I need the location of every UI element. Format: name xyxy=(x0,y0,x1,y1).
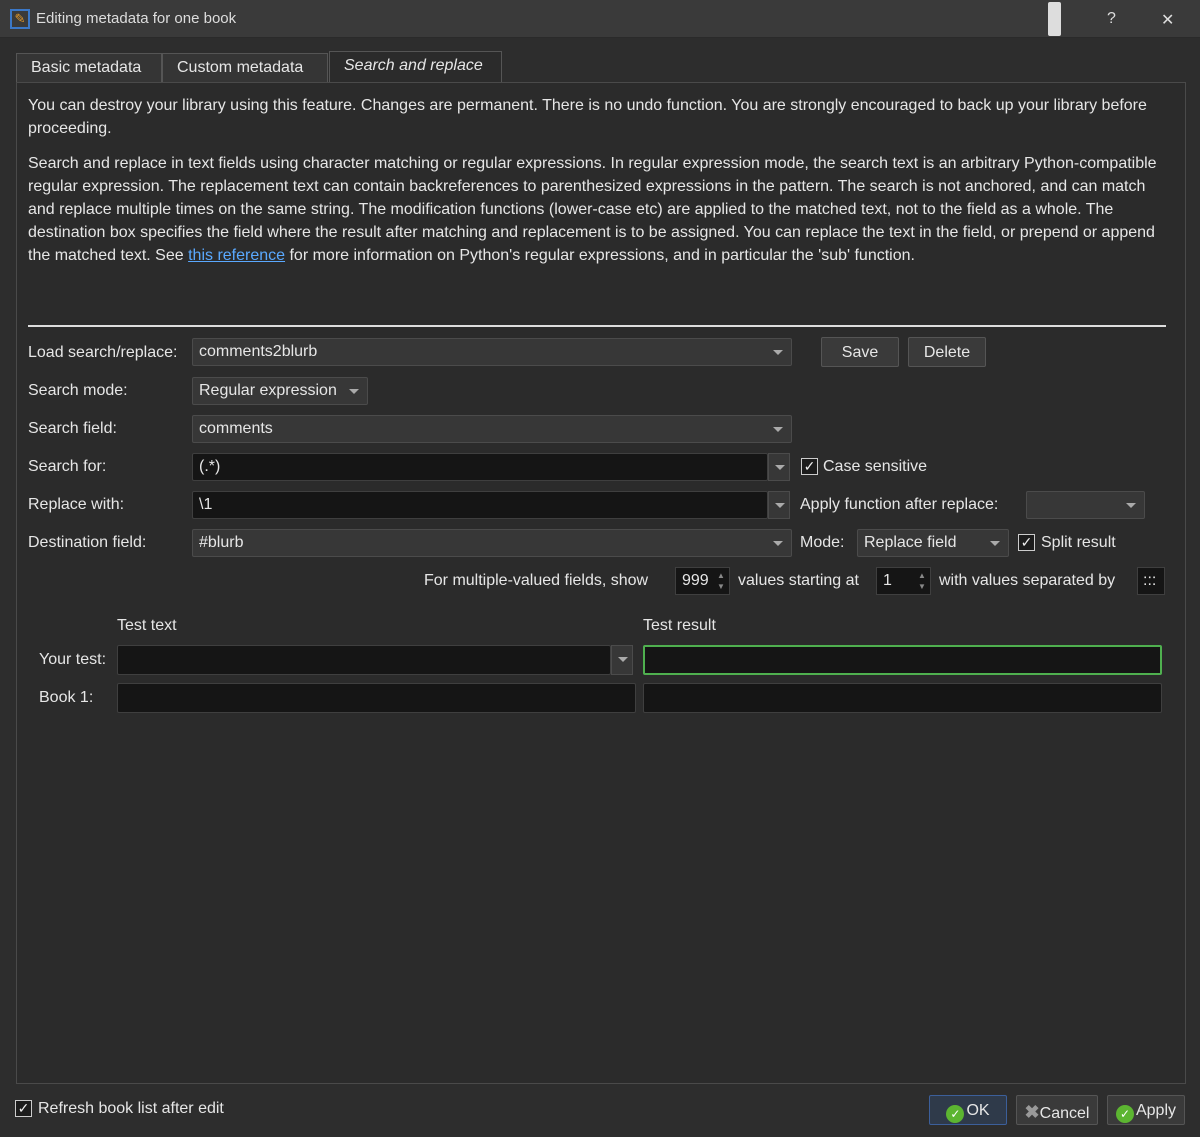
spin-arrows-icon[interactable]: ▲ ▼ xyxy=(715,570,727,592)
search-label: Search for: xyxy=(28,458,107,475)
case-sensitive-label: Case sensitive xyxy=(823,458,928,475)
tab-search-replace[interactable]: Search and replace xyxy=(329,51,502,84)
search-history-dropdown[interactable] xyxy=(768,453,790,481)
search-mode-combo[interactable]: Regular expression xyxy=(192,377,368,405)
your-test-input[interactable] xyxy=(117,645,611,675)
apply-function-combo[interactable] xyxy=(1026,491,1145,519)
refresh-checkbox[interactable]: ✓ xyxy=(15,1100,32,1117)
destination-combo[interactable]: #blurb xyxy=(192,529,792,557)
book1-label: Book 1: xyxy=(39,689,94,706)
cancel-label: Cancel xyxy=(1039,1105,1090,1122)
dest-mode-combo[interactable]: Replace field xyxy=(857,529,1009,557)
split-result-label: Split result xyxy=(1041,534,1116,551)
close-button[interactable]: ✕ xyxy=(1161,10,1174,30)
case-sensitive-checkbox[interactable]: ✓ xyxy=(801,458,818,475)
help-button[interactable]: ? xyxy=(1107,10,1116,28)
ok-label: OK xyxy=(966,1102,990,1119)
test-text-header: Test text xyxy=(117,617,177,634)
x-icon: ✖ xyxy=(1024,1102,1040,1122)
refresh-label: Refresh book list after edit xyxy=(38,1100,224,1117)
tab-label: Custom metadata xyxy=(177,59,304,76)
your-test-result xyxy=(643,645,1162,675)
tab-label: Search and replace xyxy=(344,57,483,74)
title-bar: ✎ Editing metadata for one book ? ✕ xyxy=(0,0,1200,38)
dest-mode-label: Mode: xyxy=(800,534,845,551)
spin-arrows-icon[interactable]: ▲ ▼ xyxy=(916,570,928,592)
divider xyxy=(28,325,1166,327)
search-input[interactable]: (.*) xyxy=(192,453,768,481)
test-result-header: Test result xyxy=(643,617,716,634)
search-field-combo[interactable]: comments xyxy=(192,415,792,443)
multi-show-label: For multiple-valued fields, show xyxy=(424,572,649,589)
tab-label: Basic metadata xyxy=(31,59,142,76)
delete-button[interactable]: Delete xyxy=(908,337,986,367)
app-icon: ✎ xyxy=(10,9,30,29)
warning-text: You can destroy your library using this … xyxy=(28,97,1147,137)
replace-input[interactable]: \1 xyxy=(192,491,768,519)
apply-label: Apply xyxy=(1135,1102,1177,1119)
starting-label: values starting at xyxy=(738,572,859,589)
start-at-spinbox[interactable]: 1 ▲ ▼ xyxy=(876,567,931,595)
split-result-checkbox[interactable]: ✓ xyxy=(1018,534,1035,551)
ok-button[interactable]: ✓ OK xyxy=(929,1095,1007,1125)
spin-value: 1 xyxy=(883,572,892,589)
apply-function-label: Apply function after replace: xyxy=(800,496,999,513)
separator-input[interactable]: ::: xyxy=(1137,567,1165,595)
desc-after: for more information on Python's regular… xyxy=(285,247,915,264)
field-label: Search field: xyxy=(28,420,117,437)
apply-button[interactable]: ✓ Apply xyxy=(1107,1095,1185,1125)
separated-label: with values separated by xyxy=(939,572,1116,589)
load-label: Load search/replace: xyxy=(28,344,178,361)
replace-label: Replace with: xyxy=(28,496,125,513)
scroll-handle[interactable] xyxy=(1048,2,1061,36)
description-text: Search and replace in text fields using … xyxy=(28,152,1173,267)
spin-value: 999 xyxy=(682,572,709,589)
book1-text xyxy=(117,683,636,713)
check-icon: ✓ xyxy=(1115,1105,1134,1123)
book1-result xyxy=(643,683,1162,713)
your-test-label: Your test: xyxy=(39,651,107,668)
tab-custom-metadata[interactable]: Custom metadata xyxy=(162,53,328,83)
save-button[interactable]: Save xyxy=(821,337,899,367)
destination-label: Destination field: xyxy=(28,534,147,551)
check-icon: ✓ xyxy=(946,1105,965,1123)
show-count-spinbox[interactable]: 999 ▲ ▼ xyxy=(675,567,730,595)
load-combo[interactable]: comments2blurb xyxy=(192,338,792,366)
cancel-button[interactable]: ✖Cancel xyxy=(1016,1095,1098,1125)
your-test-dropdown[interactable] xyxy=(611,645,633,675)
tab-basic-metadata[interactable]: Basic metadata xyxy=(16,53,162,83)
replace-history-dropdown[interactable] xyxy=(768,491,790,519)
window-title: Editing metadata for one book xyxy=(36,10,237,27)
reference-link[interactable]: this reference xyxy=(188,247,285,264)
mode-label: Search mode: xyxy=(28,382,128,399)
